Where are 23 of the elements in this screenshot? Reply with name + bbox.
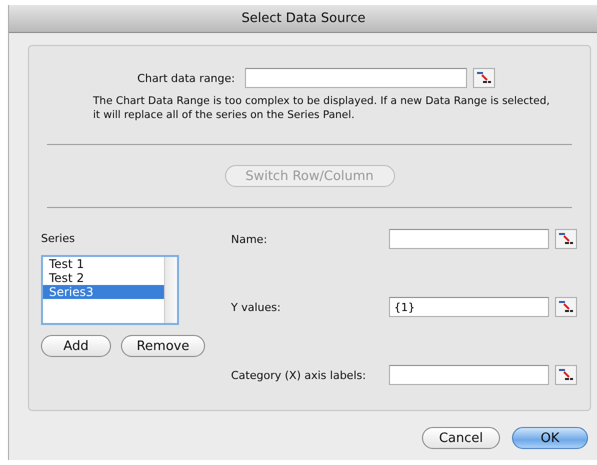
- range-picker-icon[interactable]: [555, 297, 577, 317]
- series-item[interactable]: Test 2: [43, 271, 164, 285]
- field-label: Chart data range:: [136, 72, 235, 84]
- series-item[interactable]: Test 1: [43, 257, 164, 271]
- input-field[interactable]: [389, 365, 549, 385]
- input-field[interactable]: [245, 68, 467, 88]
- input-field[interactable]: [389, 229, 549, 249]
- dialog-button[interactable]: OK: [512, 427, 588, 449]
- scrollbar[interactable]: [164, 257, 177, 323]
- info-message: The Chart Data Range is too complex to be displayed. If a new Data Range is selected, it will replace all of the series on the Series Panel.: [93, 94, 551, 122]
- series-action-button[interactable]: Add: [41, 335, 111, 357]
- series-label: Series: [41, 232, 75, 245]
- series-action-button[interactable]: Remove: [121, 335, 205, 357]
- window-title: Select Data Source: [9, 5, 597, 33]
- series-item[interactable]: Series3: [43, 285, 164, 299]
- range-picker-icon[interactable]: [555, 229, 577, 249]
- dialog-button[interactable]: Cancel: [422, 427, 500, 449]
- field-label: Name:: [231, 232, 268, 246]
- range-picker-icon[interactable]: [555, 365, 577, 385]
- input-field[interactable]: {1}: [389, 297, 549, 317]
- field-label: Y values:: [231, 300, 282, 314]
- field-label: Category (X) axis labels:: [231, 368, 367, 382]
- range-picker-icon[interactable]: [473, 68, 495, 88]
